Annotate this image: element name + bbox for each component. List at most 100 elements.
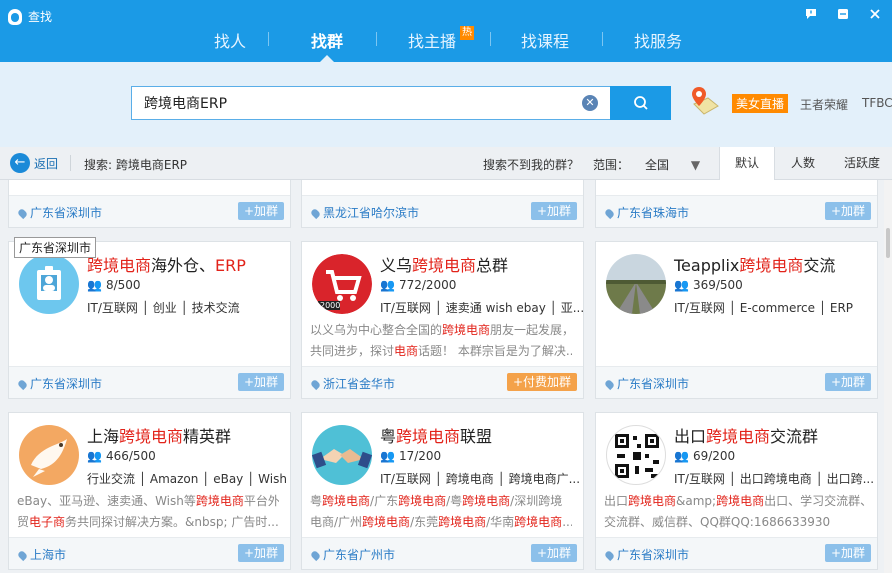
member-count: 👥 466/500 xyxy=(87,449,156,463)
group-tags: 行业交流 │ Amazon │ eBay │ Wish │ ... xyxy=(87,472,291,486)
group-card[interactable]: 粤跨境电商联盟 👥 17/200 IT/互联网 │ 跨境电商 │ 跨境电商广...… xyxy=(301,412,584,570)
filter-bar: ← 返回 搜索: 跨境电商ERP 搜索不到我的群？ 范围： 全国 ▼ 默认 人数… xyxy=(0,147,892,181)
group-location: 广东省深圳市 xyxy=(603,546,689,563)
group-name[interactable]: 粤跨境电商联盟 xyxy=(380,423,492,447)
search-band: ✕ 美女直播 王者荣耀 TFBC xyxy=(0,62,892,147)
tab-find-streamers[interactable]: 找主播 热 xyxy=(408,26,474,52)
group-card[interactable]: 出口跨境电商交流群 👥 69/200 IT/互联网 │ 出口跨境电商 │ 出口跨.… xyxy=(595,412,878,570)
group-location: 黑龙江省哈尔滨市 xyxy=(309,204,419,221)
scrollbar-thumb[interactable] xyxy=(886,228,890,258)
group-tags: IT/互联网 │ E-commerce │ ERP xyxy=(674,301,854,315)
location-pin-icon xyxy=(309,549,322,562)
group-name[interactable]: 跨境电商海外仓、ERP xyxy=(87,252,246,276)
sort-tab-activity[interactable]: 活跃度 xyxy=(834,147,890,180)
scope-label: 范围： xyxy=(593,158,630,172)
game-link[interactable]: 王者荣耀 xyxy=(800,96,848,113)
hot-badge: 热 xyxy=(460,26,474,40)
card-footer: 广东省深圳市 +加群 xyxy=(596,537,877,569)
location-pin-icon xyxy=(309,207,322,220)
app-title: 查找 xyxy=(8,8,52,25)
tab-find-courses[interactable]: 找课程 xyxy=(521,28,569,52)
member-count: 👥 772/2000 xyxy=(380,278,457,292)
join-group-button[interactable]: +加群 xyxy=(530,202,577,220)
tfbc-link[interactable]: TFBC xyxy=(862,96,892,110)
group-tags: IT/互联网 │ 创业 │ 技术交流 xyxy=(87,301,240,315)
tab-find-groups[interactable]: 找群 xyxy=(311,28,343,52)
highway-photo-icon xyxy=(606,254,666,314)
location-pin-icon xyxy=(603,549,616,562)
group-name[interactable]: 义乌跨境电商总群 xyxy=(380,252,508,276)
minimize-icon[interactable] xyxy=(834,5,852,23)
group-card[interactable]: 广东省珠海市 +加群 xyxy=(595,180,878,228)
people-icon: 👥 xyxy=(380,449,395,463)
card-footer: 广东省深圳市 +加群 xyxy=(9,366,290,398)
join-group-button[interactable]: +加群 xyxy=(824,373,871,391)
group-description: 粤跨境电商/广东跨境电商/粤跨境电商/深圳跨境 电商/广州跨境电商/东莞跨境电商… xyxy=(310,491,572,533)
group-name[interactable]: Teapplix跨境电商交流 xyxy=(674,252,835,276)
paid-join-button[interactable]: +付费加群 xyxy=(506,373,577,391)
tab-divider xyxy=(602,32,603,46)
card-footer: 广东省深圳市 +加群 xyxy=(596,366,877,398)
feedback-icon[interactable] xyxy=(802,5,820,23)
live-stream-link[interactable]: 美女直播 xyxy=(732,94,789,113)
app-title-text: 查找 xyxy=(28,10,53,24)
card-footer: 浙江省金华市 +付费加群 xyxy=(302,366,583,398)
group-name[interactable]: 出口跨境电商交流群 xyxy=(674,423,818,447)
group-card[interactable]: 跨境电商海外仓、ERP 👥 8/500 IT/互联网 │ 创业 │ 技术交流 广东… xyxy=(8,241,291,399)
group-card[interactable]: 2000 义乌跨境电商总群 👥 772/2000 IT/互联网 │ 速卖通 wis… xyxy=(301,241,584,399)
back-button[interactable]: ← 返回 xyxy=(10,153,58,173)
join-group-button[interactable]: +加群 xyxy=(824,202,871,220)
group-avatar xyxy=(19,254,79,314)
people-icon: 👥 xyxy=(674,278,689,292)
group-avatar xyxy=(606,425,666,485)
group-location: 浙江省金华市 xyxy=(309,375,395,392)
join-group-button[interactable]: +加群 xyxy=(237,373,284,391)
description-line: 贸电子商务共同探讨解决方案。&nbsp; 广告时... xyxy=(17,515,279,529)
chevron-down-icon: ▼ xyxy=(690,158,701,172)
group-description: eBay、亚马逊、速卖通、Wish等跨境电商平台外 贸电子商务共同探讨解决方案。… xyxy=(17,491,279,533)
tab-find-services[interactable]: 找服务 xyxy=(634,28,682,52)
handshake-icon xyxy=(312,425,372,485)
people-icon: 👥 xyxy=(87,449,102,463)
search-icon xyxy=(633,96,648,110)
sort-tab-default[interactable]: 默认 xyxy=(719,147,775,181)
scope-select[interactable]: 全国 ▼ xyxy=(645,156,700,173)
group-description: 出口跨境电商&amp;跨境电商出口、学习交流群、 交流群、威信群、QQ群QQ:1… xyxy=(604,491,866,533)
clear-search-icon[interactable]: ✕ xyxy=(582,95,598,111)
group-card[interactable]: 上海跨境电商精英群 👥 466/500 行业交流 │ Amazon │ eBay … xyxy=(8,412,291,570)
group-location: 上海市 xyxy=(16,546,66,563)
search-input[interactable] xyxy=(132,87,572,119)
join-group-button[interactable]: +加群 xyxy=(824,544,871,562)
divider xyxy=(70,155,71,171)
scope-value: 全国 xyxy=(645,158,670,172)
join-group-button[interactable]: +加群 xyxy=(237,202,284,220)
search-box: ✕ xyxy=(131,86,611,120)
back-arrow-icon: ← xyxy=(10,153,30,173)
group-card[interactable]: 广东省深圳市 +加群 xyxy=(8,180,291,228)
group-location: 广东省广州市 xyxy=(309,546,395,563)
group-card[interactable]: Teapplix跨境电商交流 👥 369/500 IT/互联网 │ E-comme… xyxy=(595,241,878,399)
group-avatar xyxy=(19,425,79,485)
people-icon: 👥 xyxy=(674,449,689,463)
description-line: 电商/广州跨境电商/东莞跨境电商/华南跨境电商... xyxy=(310,515,572,529)
top-bar: 查找 找人 找群 找主播 热 找课程 找服务 xyxy=(0,0,892,62)
not-found-link[interactable]: 搜索不到我的群？ xyxy=(483,156,579,173)
group-location: 广东省深圳市 xyxy=(16,204,102,221)
location-pin-icon xyxy=(309,378,322,391)
close-icon[interactable] xyxy=(866,5,884,23)
join-group-button[interactable]: +加群 xyxy=(237,544,284,562)
group-card[interactable]: 黑龙江省哈尔滨市 +加群 xyxy=(301,180,584,228)
qq-penguin-icon xyxy=(8,8,22,25)
member-count: 👥 17/200 xyxy=(380,449,442,463)
sort-tab-members[interactable]: 人数 xyxy=(775,147,831,180)
window-controls xyxy=(802,5,884,23)
group-location: 广东省深圳市 xyxy=(603,375,689,392)
people-icon: 👥 xyxy=(87,278,102,292)
card-footer: 黑龙江省哈尔滨市 +加群 xyxy=(302,195,583,227)
map-pin-icon[interactable] xyxy=(688,84,720,118)
tab-find-people[interactable]: 找人 xyxy=(214,28,246,52)
join-group-button[interactable]: +加群 xyxy=(530,544,577,562)
people-icon: 👥 xyxy=(380,278,395,292)
group-name[interactable]: 上海跨境电商精英群 xyxy=(87,423,231,447)
search-button[interactable] xyxy=(610,86,671,120)
